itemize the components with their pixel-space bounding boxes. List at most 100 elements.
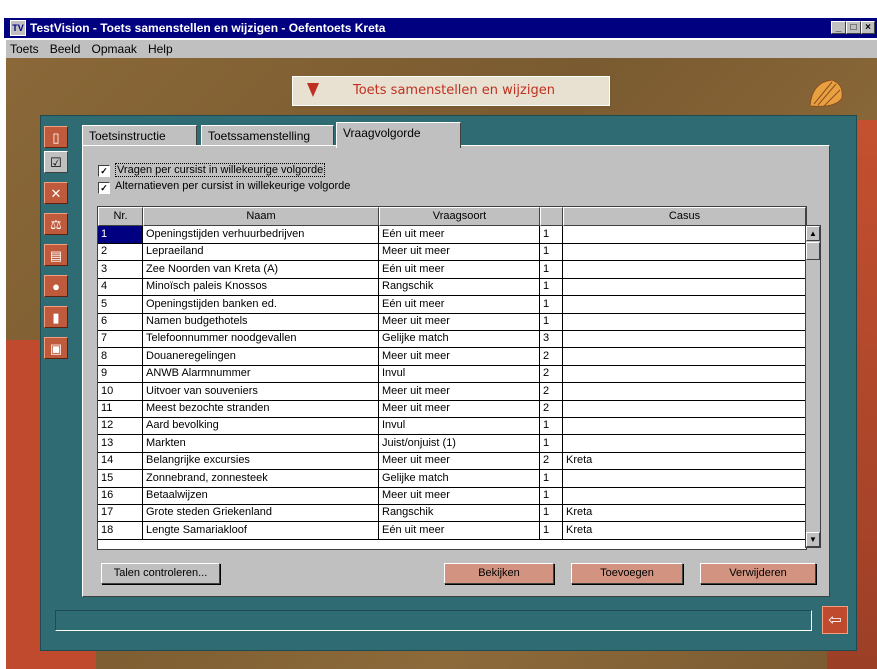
table-row[interactable]: 18 Lengte Samariakloof Eén uit meer 1 Kreta	[98, 521, 806, 540]
minimize-icon[interactable]: _	[831, 21, 846, 34]
checklist-icon[interactable]: ☑	[44, 151, 68, 173]
table-row[interactable]: 13 Markten Juist/onjuist (1) 1	[98, 434, 806, 453]
save-icon[interactable]: ▣	[44, 337, 68, 359]
question-table: Nr. Naam Vraagsoort Casus 1 Openingstijde…	[97, 206, 807, 550]
app-icon[interactable]: TV	[10, 20, 26, 36]
cell-score: 1	[540, 521, 563, 539]
cell-casus	[563, 469, 806, 487]
cell-vraagsoort: Eén uit meer	[379, 521, 540, 539]
maximize-icon[interactable]: □	[846, 21, 861, 34]
cell-casus	[563, 313, 806, 330]
random-questions-checkbox[interactable]: ✓	[98, 165, 110, 177]
cell-casus: Kreta	[563, 452, 806, 470]
traffic-light-icon[interactable]: ●	[44, 275, 68, 297]
cell-vraagsoort: Meer uit meer	[379, 243, 540, 261]
table-row[interactable]: 8 Douaneregelingen Meer uit meer 2	[98, 347, 806, 366]
cell-nr: 11	[98, 400, 143, 417]
cell-casus	[563, 226, 806, 243]
cell-score: 2	[540, 452, 563, 470]
bekijken-button[interactable]: Bekijken	[444, 563, 554, 584]
cell-naam: Aard bevolking	[143, 417, 379, 435]
arrow-down-icon	[307, 83, 319, 97]
table-row[interactable]: 16 Betaalwijzen Meer uit meer 1	[98, 487, 806, 505]
shell-icon	[806, 76, 850, 112]
tab-toetsinstructie[interactable]: Toetsinstructie	[82, 125, 197, 147]
title-bar: TV TestVision - Toets samenstellen en wi…	[4, 18, 877, 38]
cell-naam: Markten	[143, 434, 379, 452]
table-row[interactable]: 7 Telefoonnummer noodgevallen Gelijke matc…	[98, 330, 806, 349]
random-questions-label[interactable]: Vragen per cursist in willekeurige volgo…	[115, 163, 326, 177]
tools-icon[interactable]: ✕	[44, 182, 68, 204]
cell-naam: Zonnebrand, zonnesteek	[143, 469, 379, 487]
cell-casus	[563, 382, 806, 400]
cell-naam: Lengte Samariakloof	[143, 521, 379, 539]
cell-nr: 15	[98, 469, 143, 487]
table-row[interactable]: 10 Uitvoer van souveniers Meer uit meer 2	[98, 382, 806, 401]
random-alternatives-checkbox[interactable]: ✓	[98, 182, 110, 194]
close-icon[interactable]: ×	[861, 21, 875, 34]
exit-icon[interactable]: ⇦	[822, 606, 848, 634]
cell-score: 1	[540, 434, 563, 452]
table-row[interactable]: 14 Belangrijke excursies Meer uit meer 2 Kre…	[98, 452, 806, 471]
cell-casus	[563, 417, 806, 435]
column-header-naam[interactable]: Naam	[143, 207, 379, 226]
cell-casus	[563, 278, 806, 296]
table-row[interactable]: 1 Openingstijden verhuurbedrijven Eén uit …	[98, 226, 806, 244]
menu-opmaak[interactable]: Opmaak	[88, 40, 141, 58]
page-header: Toets samenstellen en wijzigen	[292, 76, 610, 106]
cell-score: 2	[540, 365, 563, 383]
cell-casus	[563, 243, 806, 261]
document-icon[interactable]: ▯	[44, 126, 68, 148]
table-row[interactable]: 12 Aard bevolking Invul 1	[98, 417, 806, 436]
cell-naam: Minoïsch paleis Knossos	[143, 278, 379, 296]
table-row[interactable]: 11 Meest bezochte stranden Meer uit meer 2	[98, 400, 806, 418]
column-header-vraagsoort[interactable]: Vraagsoort	[379, 207, 540, 226]
table-row[interactable]: 4 Minoïsch paleis Knossos Rangschik 1	[98, 278, 806, 297]
cell-vraagsoort: Invul	[379, 365, 540, 383]
table-row[interactable]: 5 Openingstijden banken ed. Eén uit meer 1	[98, 295, 806, 314]
scroll-thumb[interactable]	[806, 242, 820, 260]
cell-vraagsoort: Juist/onjuist (1)	[379, 434, 540, 452]
column-header-casus[interactable]: Casus	[563, 207, 806, 226]
cell-nr: 12	[98, 417, 143, 435]
cell-naam: Douaneregelingen	[143, 347, 379, 365]
talen-controleren-button[interactable]: Talen controleren...	[101, 563, 220, 584]
verwijderen-button[interactable]: Verwijderen	[700, 563, 816, 584]
cell-score: 3	[540, 330, 563, 348]
cell-naam: Openingstijden banken ed.	[143, 295, 379, 313]
tab-toetssamenstelling[interactable]: Toetssamenstelling	[201, 125, 334, 147]
cell-vraagsoort: Invul	[379, 417, 540, 435]
cell-score: 1	[540, 278, 563, 296]
scroll-down-icon[interactable]: ▼	[806, 532, 820, 547]
menu-toets[interactable]: Toets	[6, 40, 43, 58]
tab-vraagvolgorde[interactable]: Vraagvolgorde	[336, 122, 461, 148]
menu-bar: Toets Beeld Opmaak Help	[6, 40, 877, 58]
random-alternatives-label[interactable]: Alternatieven per cursist in willekeurig…	[115, 180, 350, 192]
cell-casus	[563, 487, 806, 504]
cell-vraagsoort: Eén uit meer	[379, 295, 540, 313]
printer-icon[interactable]: ▤	[44, 244, 68, 266]
thermometer-icon[interactable]: ▮	[44, 306, 68, 328]
cell-nr: 3	[98, 260, 143, 278]
cell-nr: 4	[98, 278, 143, 296]
toevoegen-button[interactable]: Toevoegen	[571, 563, 683, 584]
menu-help[interactable]: Help	[144, 40, 177, 58]
table-row[interactable]: 3 Zee Noorden van Kreta (A) Eén uit meer 1	[98, 260, 806, 279]
table-row[interactable]: 17 Grote steden Griekenland Rangschik 1 Kret…	[98, 504, 806, 523]
column-header-nr[interactable]: Nr.	[98, 207, 143, 226]
table-row[interactable]: 6 Namen budgethotels Meer uit meer 1	[98, 313, 806, 331]
table-scrollbar[interactable]: ▲ ▼	[805, 225, 821, 548]
cell-naam: Belangrijke excursies	[143, 452, 379, 470]
table-row[interactable]: 15 Zonnebrand, zonnesteek Gelijke match 1	[98, 469, 806, 488]
menu-beeld[interactable]: Beeld	[46, 40, 85, 58]
column-header-score[interactable]	[540, 207, 563, 226]
cell-nr: 6	[98, 313, 143, 330]
table-row[interactable]: 2 Lepraeiland Meer uit meer 1	[98, 243, 806, 262]
cell-score: 1	[540, 226, 563, 243]
scroll-up-icon[interactable]: ▲	[806, 226, 820, 241]
cell-casus	[563, 295, 806, 313]
cell-naam: Telefoonnummer noodgevallen	[143, 330, 379, 348]
table-row[interactable]: 9 ANWB Alarmnummer Invul 2	[98, 365, 806, 384]
scales-icon[interactable]: ⚖	[44, 213, 68, 235]
cell-nr: 18	[98, 521, 143, 539]
